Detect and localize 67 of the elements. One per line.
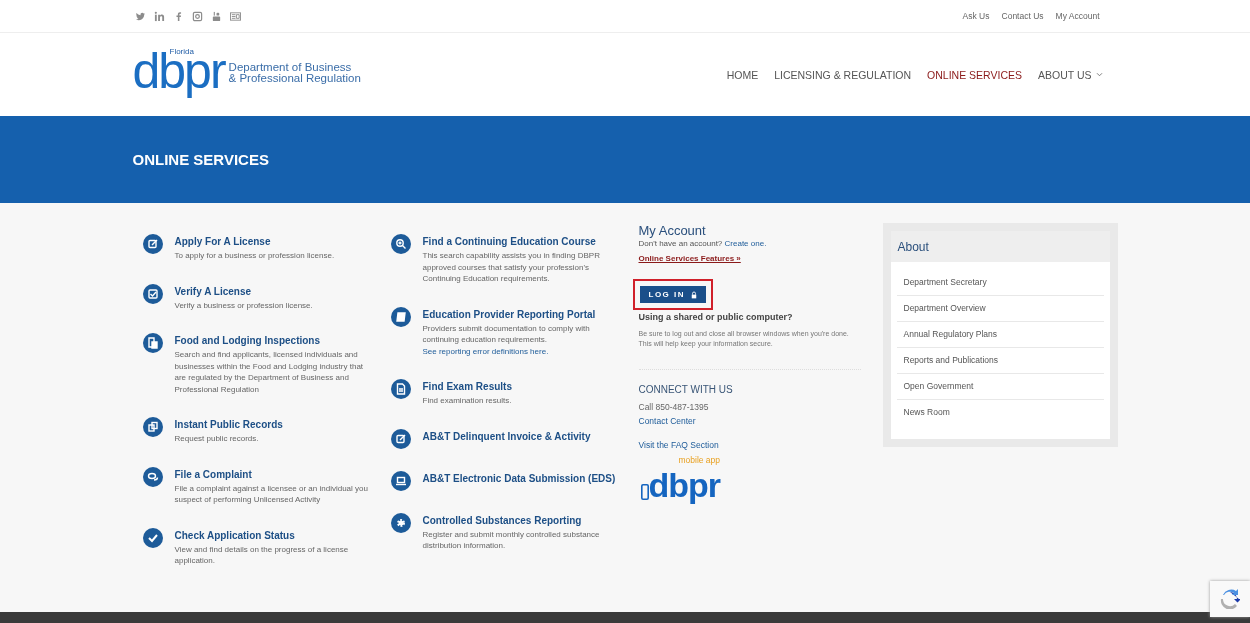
nav-link[interactable]: ONLINE SERVICES — [927, 68, 1022, 81]
service-description: Search and find applicants, licensed individuals and businesses within the Food and Lodging industry that are regulated by the Department of Business and Professional Regulation — [174, 349, 365, 395]
phone-number: Call 850-487-1395 — [638, 402, 709, 412]
recaptcha-icon — [1220, 589, 1240, 609]
service-link[interactable]: AB&T Delinquent Invoice & Activity — [422, 430, 591, 442]
linkedin-icon[interactable] — [153, 10, 165, 22]
top-link[interactable]: Ask Us — [962, 11, 990, 21]
service-link[interactable]: Verify A License — [174, 285, 252, 297]
file-icon[interactable] — [390, 379, 411, 399]
features-link[interactable]: Online Services Features » — [638, 254, 741, 263]
newsletter-icon[interactable] — [229, 10, 241, 22]
account-prompt: Don't have an account? — [638, 239, 723, 248]
reporting-link[interactable]: See reporting error definitions here. — [422, 346, 549, 356]
service-description: Find examination results. — [422, 396, 512, 405]
service-description: Register and submit monthly controlled substance distribution information. — [422, 529, 600, 550]
service-link[interactable]: File a Complaint — [174, 468, 252, 480]
checkbox-icon[interactable] — [142, 283, 163, 304]
service-link[interactable]: Apply For A License — [174, 236, 271, 247]
copy-icon[interactable] — [142, 417, 163, 437]
panel-title: About — [897, 240, 929, 254]
bird-icon[interactable] — [134, 10, 146, 22]
service-link[interactable]: Check Application Status — [174, 529, 295, 541]
about-link[interactable]: Reports and Publications — [896, 348, 1104, 374]
top-link[interactable]: My Account — [1055, 11, 1100, 21]
service-description: Request public records. — [174, 433, 260, 445]
search-icon[interactable] — [390, 234, 411, 254]
service-link[interactable]: Instant Public Records — [174, 419, 283, 430]
service-link[interactable]: Controlled Substances Reporting — [422, 514, 582, 526]
about-link[interactable]: Open Government — [896, 374, 1104, 400]
pencil-icon[interactable] — [390, 428, 411, 449]
section-title: My Account — [638, 223, 706, 238]
nav-link[interactable]: ABOUT US — [1038, 68, 1103, 81]
about-link[interactable]: News Room — [896, 400, 1104, 425]
lock-icon — [691, 290, 698, 299]
login-button[interactable]: LOG IN — [639, 286, 707, 303]
connect-link[interactable]: Visit the FAQ Section — [638, 440, 719, 450]
page-title: ONLINE SERVICES — [132, 151, 270, 168]
recaptcha-badge[interactable] — [1210, 581, 1250, 617]
service-description: Verify a business or profession license. — [174, 299, 314, 311]
service-link[interactable]: Find Exam Results — [422, 381, 512, 392]
top-link[interactable]: Contact Us — [1001, 11, 1044, 21]
about-link[interactable]: Annual Regulatory Plans — [896, 322, 1104, 348]
chat-icon[interactable] — [142, 466, 163, 487]
service-link[interactable]: Food and Lodging Inspections — [174, 335, 321, 346]
nav-link[interactable]: LICENSING & REGULATION — [774, 68, 912, 81]
service-description: Providers submit documentation to comply with continuing education requirements. — [422, 323, 590, 344]
app-logo[interactable]: mobile app dbpr — [638, 456, 723, 505]
checkmark-icon[interactable] — [142, 527, 163, 548]
service-description: To apply for a business or profession license. — [174, 250, 336, 262]
service-link[interactable]: Find a Continuing Education Course — [422, 236, 596, 247]
service-link[interactable]: Education Provider Reporting Portal — [422, 308, 596, 320]
service-description: File a complaint against a licensee or an individual you suspect of performing Unlicensed Activity — [174, 482, 369, 506]
camera-icon[interactable] — [191, 10, 203, 22]
laptop-icon[interactable] — [390, 470, 411, 491]
service-description: This search capability assists you in finding DBPR approved courses that satisfy your profession's Continuing Education requirements. — [422, 251, 600, 283]
document-icon[interactable] — [142, 333, 163, 353]
about-link[interactable]: Department Secretary — [896, 270, 1104, 296]
pencil-icon[interactable] — [142, 234, 163, 254]
service-link[interactable]: AB&T Electronic Data Submission (EDS) — [422, 472, 616, 484]
connect-link[interactable]: Contact Center — [638, 416, 696, 426]
notice-title: Using a shared or public computer? — [638, 312, 793, 322]
settings-icon[interactable] — [390, 512, 411, 533]
create-account-link[interactable]: Create one. — [724, 239, 767, 248]
nav-link[interactable]: HOME — [726, 68, 759, 81]
service-description: View and find details on the progress of a license application. — [174, 543, 350, 567]
section-title: CONNECT WITH US — [638, 384, 733, 395]
about-link[interactable]: Department Overview — [896, 296, 1104, 322]
